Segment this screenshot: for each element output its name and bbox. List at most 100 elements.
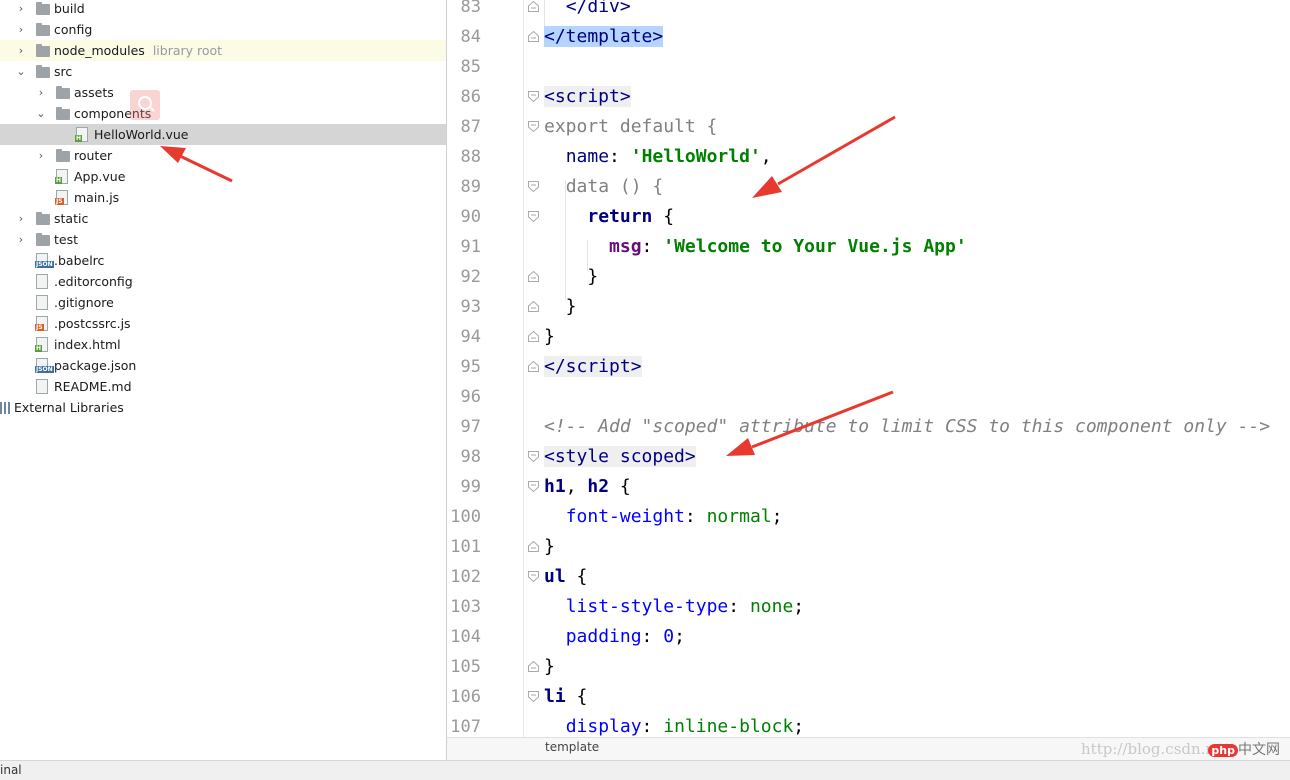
fold-end-icon[interactable] (528, 1, 539, 12)
tree-item-app-vue[interactable]: H App.vue (0, 166, 446, 187)
fold-end-icon[interactable] (528, 361, 539, 372)
fold-collapse-icon[interactable] (528, 571, 539, 582)
fold-collapse-icon[interactable] (528, 121, 539, 132)
line-number: 86 (460, 87, 481, 107)
line-number: 98 (460, 447, 481, 467)
tree-item-name: External Libraries (14, 400, 124, 415)
fold-end-icon[interactable] (528, 31, 539, 42)
tree-item-label: .editorconfig (54, 271, 133, 292)
js-file-icon: JS (55, 190, 68, 205)
folder-icon (36, 2, 50, 15)
tree-item-src[interactable]: ⌄ src (0, 61, 446, 82)
line-number: 103 (450, 597, 481, 617)
folder-icon (56, 149, 70, 162)
tree-item-assets[interactable]: › assets (0, 82, 446, 103)
search-icon[interactable] (130, 90, 160, 120)
folder-icon (56, 107, 70, 120)
folder-icon (56, 86, 70, 99)
tree-item-editorconfig[interactable]: .editorconfig (0, 271, 446, 292)
tree-item-package-json[interactable]: JSON package.json (0, 355, 446, 376)
tree-item-index-html[interactable]: Hindex.html (0, 334, 446, 355)
json-file-icon: JSON (35, 253, 54, 268)
chevron-right-icon[interactable]: › (14, 19, 28, 40)
vue-file-icon: H (55, 169, 68, 184)
fold-collapse-icon[interactable] (528, 451, 539, 462)
tree-item-label: node_modules library root (54, 40, 222, 61)
tree-item-node-modules[interactable]: › node_modules library root (0, 40, 446, 61)
tree-item-label: External Libraries (14, 397, 124, 418)
tree-item-build[interactable]: › build (0, 0, 446, 19)
tree-item-test[interactable]: › test (0, 229, 446, 250)
tree-item-postcssrc-js[interactable]: JS .postcssrc.js (0, 313, 446, 334)
folder-icon (36, 212, 50, 225)
fold-collapse-icon[interactable] (528, 211, 539, 222)
chevron-right-icon[interactable]: › (14, 40, 28, 61)
fold-collapse-icon[interactable] (528, 691, 539, 702)
code-line-90: return { (587, 206, 675, 227)
tree-item-label: main.js (74, 187, 119, 208)
line-number: 91 (460, 237, 481, 257)
chevron-down-icon[interactable]: ⌄ (34, 103, 48, 124)
tree-item-name: package.json (54, 358, 137, 373)
chevron-right-icon[interactable]: › (34, 145, 48, 166)
chevron-right-icon[interactable]: › (34, 82, 48, 103)
fold-collapse-icon[interactable] (528, 481, 539, 492)
chevron-down-icon[interactable]: ⌄ (14, 61, 28, 82)
tree-item-gitignore[interactable]: .gitignore (0, 292, 446, 313)
breadcrumb-template[interactable]: template (545, 740, 599, 754)
fold-end-icon[interactable] (528, 301, 539, 312)
chevron-right-icon[interactable]: › (14, 229, 28, 250)
tree-item-main-js[interactable]: JS main.js (0, 187, 446, 208)
editor-gutter: 83 84 85 86 87 88 89 90 91 92 93 94 95 96 97 98 99 100 101… (447, 0, 527, 737)
tree-item-router[interactable]: › router (0, 145, 446, 166)
fold-end-icon[interactable] (528, 271, 539, 282)
code-line-86: <script> (544, 86, 631, 107)
tree-item-label: README.md (54, 376, 132, 397)
terminal-tab[interactable]: inal (0, 763, 22, 777)
tree-item-name: router (74, 148, 113, 163)
tree-item-components[interactable]: ⌄ components (0, 103, 446, 124)
tree-item-readme-md[interactable]: README.md (0, 376, 446, 397)
json-file-icon: JSON (35, 358, 54, 373)
line-number: 94 (460, 327, 481, 347)
tree-item-external-libraries[interactable]: External Libraries (0, 397, 446, 418)
code-editor[interactable]: 83 84 85 86 87 88 89 90 91 92 93 94 95 96 97 98 99 100 101… (447, 0, 1290, 737)
tree-item-label: assets (74, 82, 114, 103)
code-line-101: } (544, 536, 555, 557)
watermark-logo: php 中文网 (1208, 739, 1280, 759)
fold-end-icon[interactable] (528, 541, 539, 552)
tree-item-label: build (54, 0, 85, 19)
tree-item-name: node_modules (54, 43, 145, 58)
tree-item-name: main.js (74, 190, 120, 205)
fold-collapse-icon[interactable] (528, 91, 539, 102)
tree-item-name: .babelrc (54, 253, 105, 268)
code-line-107: display: inline-block; (565, 716, 805, 737)
fold-end-icon[interactable] (528, 661, 539, 672)
line-number: 106 (450, 687, 481, 707)
tree-item-babelrc[interactable]: JSON .babelrc (0, 250, 446, 271)
tree-item-label: .babelrc (54, 250, 104, 271)
tree-item-config[interactable]: › config (0, 19, 446, 40)
tree-item-label: src (54, 61, 72, 82)
line-number: 90 (460, 207, 481, 227)
tree-item-label: index.html (54, 334, 121, 355)
line-number: 89 (460, 177, 481, 197)
folder-icon (36, 44, 50, 57)
tree-item-name: .gitignore (54, 295, 114, 310)
txt-file-icon (36, 379, 48, 394)
chevron-right-icon[interactable]: › (14, 208, 28, 229)
fold-collapse-icon[interactable] (528, 181, 539, 192)
tree-item-helloworld-vue[interactable]: H HelloWorld.vue (0, 124, 446, 145)
tree-item-static[interactable]: › static (0, 208, 446, 229)
code-line-83: </div> (565, 0, 631, 17)
fold-end-icon[interactable] (528, 331, 539, 342)
vue-file-icon: H (75, 127, 88, 142)
code-line-95: </script> (544, 356, 642, 377)
chevron-right-icon[interactable]: › (14, 0, 28, 19)
tree-item-label: config (54, 19, 92, 40)
code-line-106: li { (544, 686, 588, 707)
line-number: 99 (460, 477, 481, 497)
line-number: 107 (450, 717, 481, 737)
folder-icon (36, 233, 50, 246)
